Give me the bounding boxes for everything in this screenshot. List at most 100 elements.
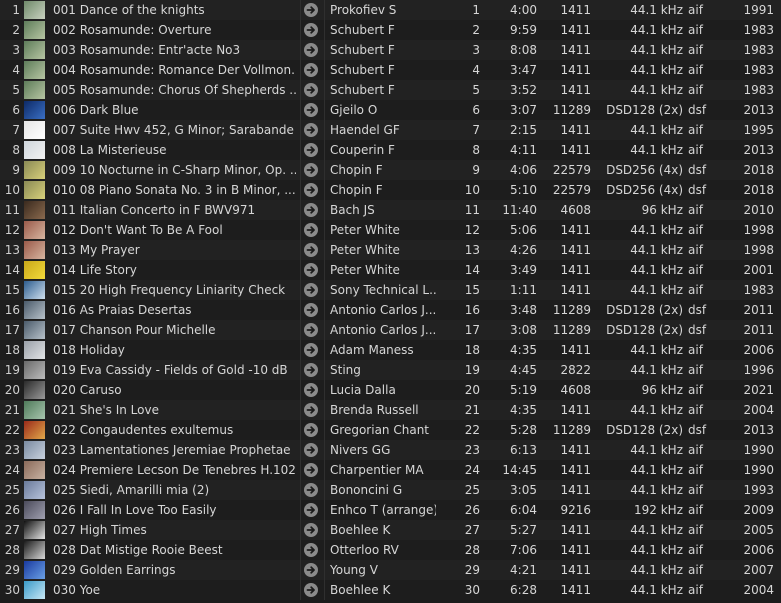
table-row[interactable]: 12 012 Don't Want To Be A Fool Peter White… — [0, 220, 781, 240]
arrow-right-circle-icon[interactable] — [304, 383, 318, 397]
release-year: 2006 — [743, 343, 774, 357]
track-number: 19 — [464, 363, 480, 377]
row-number: 18 — [4, 343, 20, 357]
album-art-thumbnail — [24, 221, 45, 239]
table-row[interactable]: 15 015 20 High Frequency Liniarity Check S… — [0, 280, 781, 300]
track-number: 2 — [472, 23, 480, 37]
table-row[interactable]: 26 026 I Fall In Love Too Easily Enhco T (… — [0, 500, 781, 520]
arrow-right-circle-icon[interactable] — [304, 483, 318, 497]
arrow-right-circle-icon[interactable] — [304, 303, 318, 317]
file-format: aif — [688, 83, 703, 97]
album-art-thumbnail — [24, 21, 45, 39]
arrow-right-circle-icon[interactable] — [304, 443, 318, 457]
album-art-thumbnail — [24, 61, 45, 79]
arrow-right-circle-icon[interactable] — [304, 543, 318, 557]
table-row[interactable]: 28 028 Dat Mistige Rooie Beest Otterloo RV… — [0, 540, 781, 560]
table-row[interactable]: 10 010 08 Piano Sonata No. 3 in B Minor, … — [0, 180, 781, 200]
table-row[interactable]: 7 007 Suite Hwv 452, G Minor; Sarabande Ha… — [0, 120, 781, 140]
bitrate: 1411 — [560, 543, 591, 557]
artist-name: Boehlee K — [330, 523, 391, 537]
sample-rate: 44.1 kHz — [630, 563, 683, 577]
row-number: 26 — [4, 503, 20, 517]
table-row[interactable]: 8 008 La Misterieuse Couperin F 8 4:11 1411 44… — [0, 140, 781, 160]
table-row[interactable]: 23 023 Lamentationes Jeremiae Prophetae Ni… — [0, 440, 781, 460]
arrow-right-circle-icon[interactable] — [304, 43, 318, 57]
arrow-right-circle-icon[interactable] — [304, 23, 318, 37]
arrow-right-circle-icon[interactable] — [304, 203, 318, 217]
arrow-right-circle-icon[interactable] — [304, 463, 318, 477]
track-title: 001 Dance of the knights — [53, 3, 205, 17]
arrow-right-circle-icon[interactable] — [304, 163, 318, 177]
column-divider — [324, 80, 325, 100]
arrow-right-circle-icon[interactable] — [304, 143, 318, 157]
arrow-right-circle-icon[interactable] — [304, 263, 318, 277]
column-divider — [300, 460, 301, 480]
table-row[interactable]: 9 009 10 Nocturne in C-Sharp Minor, Op. .… — [0, 160, 781, 180]
column-divider — [324, 460, 325, 480]
arrow-right-circle-icon[interactable] — [304, 63, 318, 77]
table-row[interactable]: 1 001 Dance of the knights Prokofiev S 1 4:0… — [0, 0, 781, 20]
track-list: 1 001 Dance of the knights Prokofiev S 1 4:0… — [0, 0, 781, 603]
arrow-right-circle-icon[interactable] — [304, 83, 318, 97]
table-row[interactable]: 25 025 Siedi, Amarilli mia (2) Bononcini G… — [0, 480, 781, 500]
bitrate: 22579 — [552, 183, 591, 197]
table-row[interactable]: 3 003 Rosamunde: Entr'acte No3 Schubert F 3… — [0, 40, 781, 60]
track-title: 029 Golden Earrings — [53, 563, 176, 577]
artist-name: Schubert F — [330, 83, 395, 97]
artist-name: Sting — [330, 363, 361, 377]
arrow-right-circle-icon[interactable] — [304, 243, 318, 257]
arrow-right-circle-icon[interactable] — [304, 423, 318, 437]
arrow-right-circle-icon[interactable] — [304, 223, 318, 237]
table-row[interactable]: 29 029 Golden Earrings Young V 29 4:21 1411 44… — [0, 560, 781, 580]
arrow-right-circle-icon[interactable] — [304, 503, 318, 517]
arrow-right-circle-icon[interactable] — [304, 183, 318, 197]
file-format: aif — [688, 123, 703, 137]
table-row[interactable]: 21 021 She's In Love Brenda Russell 21 4:35 1… — [0, 400, 781, 420]
table-row[interactable]: 17 017 Chanson Pour Michelle Antonio Carlo… — [0, 320, 781, 340]
bitrate: 1411 — [560, 243, 591, 257]
column-divider — [300, 380, 301, 400]
arrow-right-circle-icon[interactable] — [304, 323, 318, 337]
table-row[interactable]: 16 016 As Praias Desertas Antonio Carlos J… — [0, 300, 781, 320]
table-row[interactable]: 22 022 Congaudentes exultemus Gregorian Ch… — [0, 420, 781, 440]
table-row[interactable]: 30 030 Yoe Boehlee K 30 6:28 1411 44.1 kHz aif 2… — [0, 580, 781, 600]
arrow-right-circle-icon[interactable] — [304, 123, 318, 137]
duration: 4:11 — [510, 143, 537, 157]
bitrate: 1411 — [560, 3, 591, 17]
arrow-right-circle-icon[interactable] — [304, 523, 318, 537]
table-row[interactable]: 11 011 Italian Concerto in F BWV971 Bach J… — [0, 200, 781, 220]
table-row[interactable]: 6 006 Dark Blue Gjeilo O 6 3:07 11289 DSD128 (… — [0, 100, 781, 120]
arrow-right-circle-icon[interactable] — [304, 363, 318, 377]
artist-name: Chopin F — [330, 163, 383, 177]
table-row[interactable]: 20 020 Caruso Lucia Dalla 20 5:19 4608 96 kHz a… — [0, 380, 781, 400]
arrow-right-circle-icon[interactable] — [304, 3, 318, 17]
column-divider — [324, 540, 325, 560]
duration: 4:35 — [510, 343, 537, 357]
table-row[interactable]: 4 004 Rosamunde: Romance Der Vollmon... Sc… — [0, 60, 781, 80]
table-row[interactable]: 19 019 Eva Cassidy - Fields of Gold -10 d… — [0, 360, 781, 380]
table-row[interactable]: 2 002 Rosamunde: Overture Schubert F 2 9:59 1… — [0, 20, 781, 40]
table-row[interactable]: 14 014 Life Story Peter White 14 3:49 1411 44.… — [0, 260, 781, 280]
duration: 3:48 — [510, 303, 537, 317]
file-format: aif — [688, 443, 703, 457]
file-format: aif — [688, 203, 703, 217]
arrow-right-circle-icon[interactable] — [304, 103, 318, 117]
bitrate: 1411 — [560, 23, 591, 37]
table-row[interactable]: 18 018 Holiday Adam Maness 18 4:35 1411 44.1 k… — [0, 340, 781, 360]
artist-name: Brenda Russell — [330, 403, 419, 417]
arrow-right-circle-icon[interactable] — [304, 343, 318, 357]
table-row[interactable]: 5 005 Rosamunde: Chorus Of Shepherds ... S… — [0, 80, 781, 100]
artist-name: Bach JS — [330, 203, 375, 217]
arrow-right-circle-icon[interactable] — [304, 563, 318, 577]
arrow-right-circle-icon[interactable] — [304, 403, 318, 417]
table-row[interactable]: 27 027 High Times Boehlee K 27 5:27 1411 44.1 … — [0, 520, 781, 540]
table-row[interactable]: 13 013 My Prayer Peter White 13 4:26 1411 44.1… — [0, 240, 781, 260]
file-format: aif — [688, 523, 703, 537]
duration: 3:47 — [510, 63, 537, 77]
artist-name: Antonio Carlos J... — [330, 303, 436, 317]
arrow-right-circle-icon[interactable] — [304, 583, 318, 597]
row-number: 6 — [12, 103, 20, 117]
table-row[interactable]: 24 024 Premiere Lecson De Tenebres H.102 C… — [0, 460, 781, 480]
arrow-right-circle-icon[interactable] — [304, 283, 318, 297]
artist-name: Peter White — [330, 263, 400, 277]
